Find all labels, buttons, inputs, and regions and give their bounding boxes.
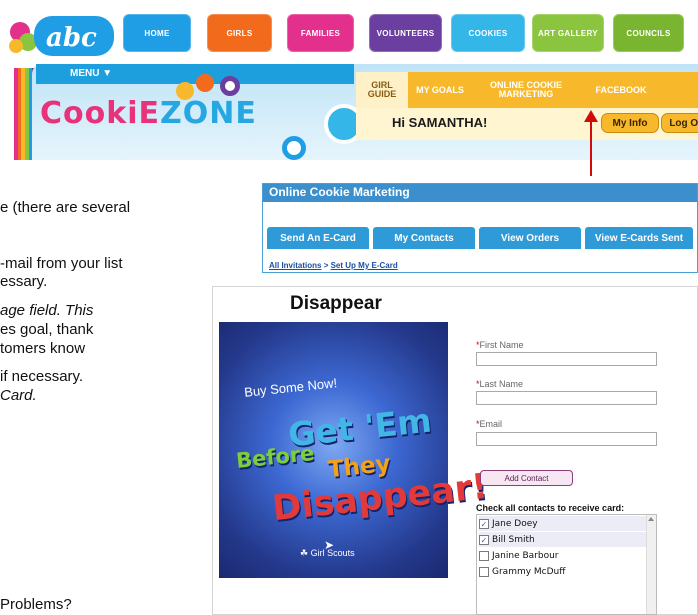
tab-girl-guide[interactable]: GIRL GUIDE — [356, 72, 408, 108]
panel-title: Online Cookie Marketing — [263, 184, 697, 202]
first-name-label: *First Name — [476, 340, 524, 350]
contact-checkbox[interactable] — [479, 550, 489, 561]
nav-tab-art-gallery[interactable]: ART GALLERY — [532, 14, 604, 52]
ocm-tab-strip: Send An E-Card My Contacts View Orders V… — [267, 227, 693, 249]
contact-item[interactable]: ✓ Bill Smith — [479, 532, 646, 547]
tab-view-orders[interactable]: View Orders — [479, 227, 581, 249]
first-name-field[interactable] — [476, 352, 657, 366]
contacts-scrollbar[interactable] — [646, 515, 656, 614]
doc-text-line: e (there are several — [0, 199, 131, 216]
menu-button[interactable]: MENU ▼ — [36, 64, 354, 84]
zone-title-part2: ZONE — [159, 96, 257, 131]
email-label: *Email — [476, 419, 503, 429]
decor-ring-blue — [282, 136, 306, 160]
doc-text-line: Card. — [0, 387, 37, 404]
tab-my-contacts[interactable]: My Contacts — [373, 227, 475, 249]
cookie-zone-tabs: GIRL GUIDE MY GOALS ONLINE COOKIE MARKET… — [356, 72, 698, 108]
doc-text-line: -mail from your list — [0, 255, 123, 272]
contact-name: Jane Doey — [492, 518, 538, 529]
contacts-heading: Check all contacts to receive card: — [476, 503, 625, 513]
nav-tab-councils[interactable]: COUNCILS — [613, 14, 684, 52]
tab-send-ecard[interactable]: Send An E-Card — [267, 227, 369, 249]
contact-item[interactable]: Janine Barbour — [479, 548, 646, 563]
doc-text-line: age field. This — [0, 302, 94, 319]
contact-name: Janine Barbour — [492, 550, 559, 561]
contact-item[interactable]: ✓ Jane Doey — [479, 516, 646, 531]
zone-title-part1: CookiE — [40, 96, 160, 131]
logo-text: abc — [46, 23, 97, 53]
contact-name: Grammy McDuff — [492, 566, 566, 577]
breadcrumb-all-invitations[interactable]: All Invitations — [269, 261, 321, 270]
contacts-list[interactable]: ✓ Jane Doey ✓ Bill Smith Janine Barbour … — [476, 514, 657, 615]
mouse-cursor-icon: ➤ — [324, 538, 335, 552]
add-contact-button[interactable]: Add Contact — [480, 470, 573, 486]
annotation-arrow-line — [590, 120, 592, 176]
tab-view-ecards-sent[interactable]: View E-Cards Sent — [585, 227, 693, 249]
breadcrumb-separator: > — [323, 261, 329, 270]
scroll-up-icon[interactable] — [648, 517, 654, 521]
doc-text-line: essary. — [0, 273, 48, 290]
nav-tab-families[interactable]: FAMILIES — [287, 14, 354, 52]
contact-checkbox[interactable]: ✓ — [479, 518, 489, 529]
log-out-button[interactable]: Log Out — [661, 113, 698, 133]
online-cookie-marketing-panel: Online Cookie Marketing Send An E-Card M… — [262, 183, 698, 273]
contact-name: Bill Smith — [492, 534, 535, 545]
doc-text-line: es goal, thank — [0, 321, 94, 338]
tab-facebook[interactable]: FACEBOOK — [580, 72, 662, 108]
contact-checkbox[interactable]: ✓ — [479, 534, 489, 545]
ecard-title: Disappear — [290, 293, 382, 314]
doc-text-line: Problems? — [0, 596, 72, 613]
decor-ring-purple — [220, 76, 240, 96]
nav-tab-cookies[interactable]: COOKIES — [451, 14, 525, 52]
doc-text-line: tomers know — [0, 340, 86, 357]
site-logo[interactable]: abc — [6, 6, 116, 66]
contact-item[interactable]: Grammy McDuff — [479, 564, 646, 579]
nav-tab-volunteers[interactable]: VOLUNTEERS — [369, 14, 442, 52]
trefoil-icon: ☘ — [300, 548, 309, 558]
tab-online-cookie-marketing[interactable]: ONLINE COOKIE MARKETING — [472, 72, 580, 108]
doc-text-line: if necessary. — [0, 368, 84, 385]
nav-tab-girls[interactable]: GIRLS — [207, 14, 272, 52]
my-info-button[interactable]: My Info — [601, 113, 659, 133]
tab-my-goals[interactable]: MY GOALS — [408, 72, 472, 108]
greeting-text: Hi SAMANTHA! — [392, 115, 488, 130]
decor-dot-orange — [196, 74, 214, 92]
cookie-zone-title: CookiEZONE — [40, 96, 257, 131]
breadcrumb-current[interactable]: Set Up My E-Card — [331, 261, 398, 270]
nav-tab-home[interactable]: HOME — [123, 14, 191, 52]
breadcrumb: All Invitations > Set Up My E-Card — [269, 261, 398, 270]
annotation-arrow-head — [584, 110, 598, 122]
last-name-field[interactable] — [476, 391, 657, 405]
last-name-label: *Last Name — [476, 379, 524, 389]
contact-checkbox[interactable] — [479, 566, 489, 577]
email-field[interactable] — [476, 432, 657, 446]
